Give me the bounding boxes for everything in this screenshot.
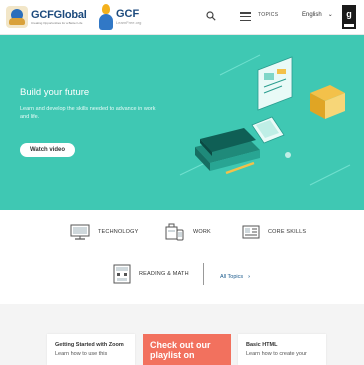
menu-icon[interactable]	[240, 12, 251, 21]
site-header: GCFGlobal Creating Opportunities for a B…	[0, 0, 364, 35]
gcfglobal-logo[interactable]: GCFGlobal Creating Opportunities for a B…	[6, 6, 87, 28]
calculator-book-icon	[113, 264, 131, 284]
hero-illustration	[179, 54, 351, 186]
course-card[interactable]: Basic HTML Learn how to create your	[238, 334, 326, 365]
topic-technology-label: TECHNOLOGY	[98, 229, 139, 235]
gcf-learnfree-logo-mark-icon	[99, 4, 113, 30]
hero-subtitle: Learn and develop the skills needed to a…	[20, 106, 156, 120]
topic-core-skills-label: CORE SKILLS	[268, 229, 307, 235]
id-card-icon	[242, 225, 260, 239]
course-card-title: Getting Started with Zoom	[55, 342, 124, 348]
all-topics-label: All Topics	[220, 274, 244, 280]
promo-card-text: Check out our playlist on	[150, 340, 211, 360]
monitor-icon	[70, 224, 90, 240]
topic-work[interactable]: WORK	[165, 223, 211, 241]
search-icon[interactable]	[206, 11, 216, 21]
topic-reading-math[interactable]: READING & MATH	[113, 264, 189, 284]
course-card-desc: Learn how to create your	[246, 351, 307, 357]
topic-core-skills[interactable]: CORE SKILLS	[242, 225, 306, 239]
briefcase-phone-icon	[165, 223, 184, 241]
watch-video-button[interactable]: Watch video	[20, 143, 75, 157]
course-card[interactable]: Getting Started with Zoom Learn how to u…	[47, 334, 135, 365]
language-selector[interactable]: English ⌄	[302, 11, 333, 19]
topics-divider	[203, 263, 204, 285]
promo-card[interactable]: Check out our playlist on	[143, 334, 231, 365]
gcf-learnfree-logo-sub: LearnFree.org	[116, 20, 142, 25]
hero-banner: Build your future Learn and develop the …	[0, 35, 364, 210]
chevron-right-icon: ›	[248, 274, 250, 280]
course-card-title: Basic HTML	[246, 342, 278, 348]
gcf-learnfree-logo[interactable]: GCF LearnFree.org	[99, 4, 141, 30]
topic-technology[interactable]: TECHNOLOGY	[70, 224, 139, 240]
chevron-down-icon: ⌄	[327, 12, 333, 18]
goodwill-logo[interactable]: g	[342, 5, 356, 29]
gcfglobal-logo-mark-icon	[6, 6, 28, 28]
gcfglobal-logo-tagline: Creating Opportunities for a Better Life	[31, 20, 83, 25]
language-selector-value: English	[302, 11, 322, 18]
gcf-learnfree-logo-name: GCF	[116, 8, 140, 20]
topic-reading-math-label: READING & MATH	[139, 271, 189, 277]
hero-title: Build your future	[20, 87, 90, 98]
all-topics-link[interactable]: All Topics ›	[220, 274, 250, 280]
course-card-desc: Learn how to use this	[55, 351, 108, 357]
topic-work-label: WORK	[193, 229, 211, 235]
topics-menu-label[interactable]: TOPICS	[258, 12, 278, 18]
gcfglobal-logo-name: GCFGlobal	[31, 8, 87, 21]
